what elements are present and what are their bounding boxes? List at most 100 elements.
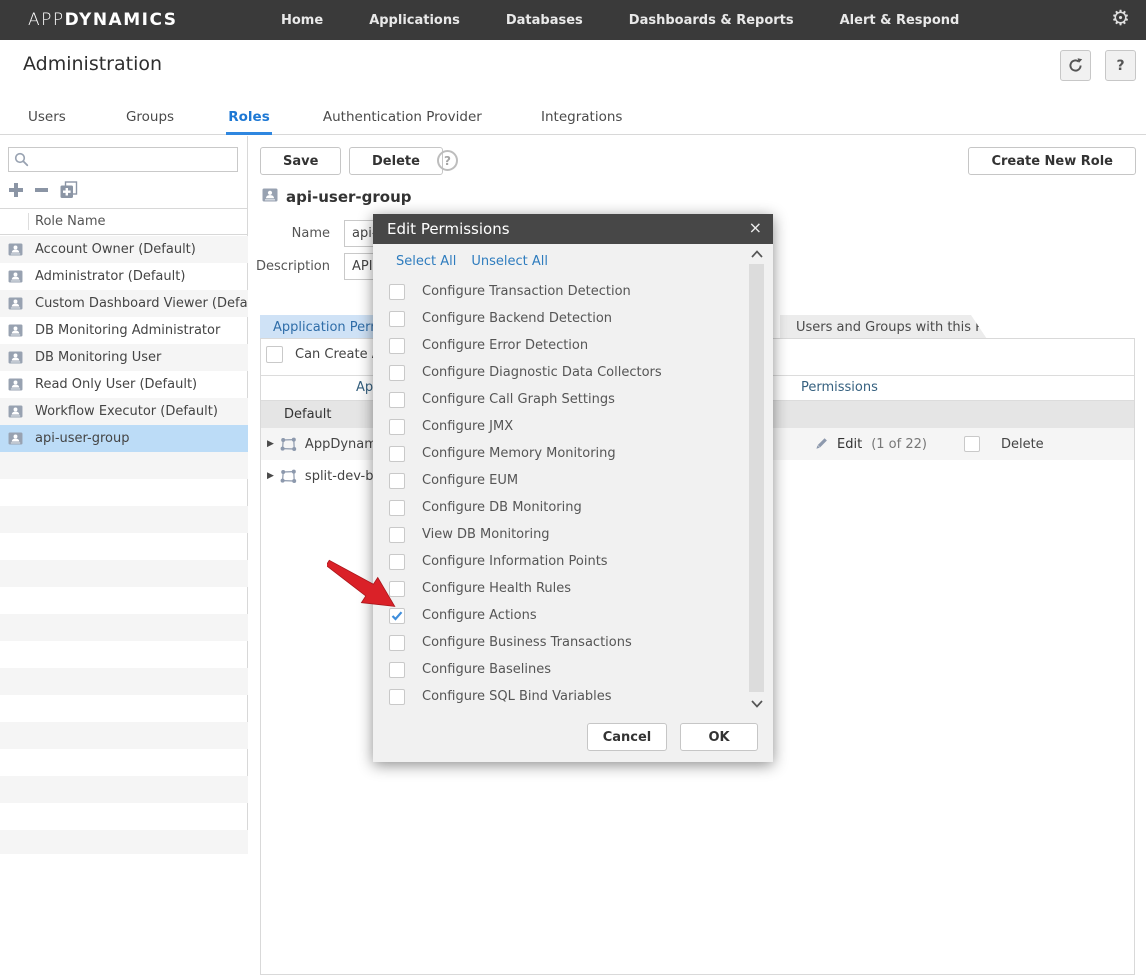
tab-groups[interactable]: Groups — [124, 103, 176, 135]
permission-item[interactable]: Configure Information Points — [389, 548, 743, 575]
role-list-item[interactable]: DB Monitoring Administrator — [0, 317, 248, 344]
role-list-item[interactable]: Administrator (Default) — [0, 263, 248, 290]
permission-item[interactable]: Configure Health Rules — [389, 575, 743, 602]
permission-checkbox[interactable] — [389, 419, 405, 435]
question-mark-icon: ? — [1116, 58, 1124, 74]
unselect-all-link[interactable]: Unselect All — [471, 254, 548, 269]
copy-role-button[interactable] — [59, 181, 79, 199]
permission-item[interactable]: Configure JMX — [389, 413, 743, 440]
close-icon[interactable]: × — [749, 218, 762, 237]
save-button[interactable]: Save — [260, 147, 341, 175]
role-list-item[interactable]: DB Monitoring User — [0, 344, 248, 371]
nav-item-alert-respond[interactable]: Alert & Respond — [840, 13, 960, 28]
permission-checkbox[interactable] — [389, 581, 405, 597]
role-list-item[interactable]: Custom Dashboard Viewer (Default) — [0, 290, 248, 317]
permission-item[interactable]: Configure DB Monitoring — [389, 494, 743, 521]
context-help-icon[interactable]: ? — [437, 150, 458, 171]
permission-label: Configure DB Monitoring — [422, 500, 582, 515]
remove-role-button[interactable] — [34, 182, 49, 198]
permission-checkbox[interactable] — [389, 473, 405, 489]
permission-checkbox[interactable] — [389, 662, 405, 678]
permission-item[interactable]: Configure Transaction Detection — [389, 278, 743, 305]
cancel-button[interactable]: Cancel — [587, 723, 667, 751]
selection-links: Select All Unselect All — [396, 254, 548, 269]
empty-row — [0, 668, 248, 695]
permission-checkbox[interactable] — [389, 284, 405, 300]
permission-item[interactable]: Configure Business Transactions — [389, 629, 743, 656]
permission-checkbox[interactable] — [389, 365, 405, 381]
permission-item[interactable]: Configure Baselines — [389, 656, 743, 683]
tab-authentication-provider[interactable]: Authentication Provider — [321, 103, 484, 135]
role-list-item[interactable]: Account Owner (Default) — [0, 236, 248, 263]
permissions-cell: Edit (1 of 22) Delete — [814, 428, 1044, 460]
nav-menu: Home Applications Databases Dashboards &… — [281, 13, 1005, 28]
role-name-label: DB Monitoring User — [35, 350, 161, 365]
role-list-item[interactable]: api-user-group — [0, 425, 248, 452]
role-list-item[interactable]: Workflow Executor (Default) — [0, 398, 248, 425]
expand-triangle-icon[interactable]: ▶ — [267, 439, 274, 449]
refresh-button[interactable] — [1060, 50, 1091, 81]
scroll-down-icon[interactable] — [748, 697, 765, 711]
modal-body: Select All Unselect All Configure Transa… — [373, 244, 773, 762]
permission-checkbox[interactable] — [389, 500, 405, 516]
permission-item[interactable]: View DB Monitoring — [389, 521, 743, 548]
role-list: Account Owner (Default)Administrator (De… — [0, 236, 248, 854]
permission-item[interactable]: Configure Call Graph Settings — [389, 386, 743, 413]
permission-checkbox[interactable] — [389, 338, 405, 354]
delete-permission-checkbox[interactable] — [964, 436, 980, 452]
nav-item-home[interactable]: Home — [281, 13, 323, 28]
application-node-icon — [280, 469, 297, 484]
permission-item[interactable]: Configure EUM — [389, 467, 743, 494]
permission-item[interactable]: Configure Error Detection — [389, 332, 743, 359]
tab-users-groups-with-role[interactable]: Users and Groups with this Role — [780, 315, 987, 339]
permission-item[interactable]: Configure Backend Detection — [389, 305, 743, 332]
role-list-header: Role Name — [0, 208, 248, 235]
role-name-column-header: Role Name — [35, 214, 106, 229]
empty-row — [0, 776, 248, 803]
edit-permissions-count: (1 of 22) — [871, 437, 927, 452]
delete-button[interactable]: Delete — [349, 147, 443, 175]
permission-label: Configure Business Transactions — [422, 635, 632, 650]
edit-pencil-icon[interactable] — [814, 437, 828, 451]
role-list-item[interactable]: Read Only User (Default) — [0, 371, 248, 398]
help-button[interactable]: ? — [1105, 50, 1136, 81]
permission-item[interactable]: Configure SQL Bind Variables — [389, 683, 743, 710]
tab-integrations[interactable]: Integrations — [539, 103, 624, 135]
select-all-link[interactable]: Select All — [396, 254, 456, 269]
role-name-label: DB Monitoring Administrator — [35, 323, 220, 338]
settings-gear-icon[interactable]: ⚙ — [1111, 8, 1130, 29]
edit-permissions-link[interactable]: Edit — [837, 437, 862, 452]
permission-checkbox[interactable] — [389, 311, 405, 327]
permission-checkbox[interactable] — [389, 554, 405, 570]
add-role-button[interactable] — [8, 182, 24, 198]
scroll-up-icon[interactable] — [748, 247, 765, 261]
can-create-applications-checkbox[interactable] — [266, 346, 283, 363]
nav-item-databases[interactable]: Databases — [506, 13, 583, 28]
permission-checkbox[interactable] — [389, 689, 405, 705]
permission-checkbox-checked[interactable] — [389, 608, 405, 624]
permission-checkbox[interactable] — [389, 392, 405, 408]
role-badge-icon — [8, 405, 23, 418]
role-badge-icon — [8, 324, 23, 337]
scrollbar-thumb[interactable] — [749, 264, 764, 692]
empty-row — [0, 695, 248, 722]
permission-checkbox[interactable] — [389, 527, 405, 543]
permission-label: Configure Error Detection — [422, 338, 588, 353]
empty-row — [0, 722, 248, 749]
role-search-input[interactable] — [29, 148, 237, 171]
tab-users[interactable]: Users — [26, 103, 68, 135]
permission-item[interactable]: Configure Diagnostic Data Collectors — [389, 359, 743, 386]
nav-item-applications[interactable]: Applications — [369, 13, 460, 28]
tab-roles[interactable]: Roles — [226, 103, 272, 135]
permission-item[interactable]: Configure Memory Monitoring — [389, 440, 743, 467]
permission-item[interactable]: Configure Actions — [389, 602, 743, 629]
expand-triangle-icon[interactable]: ▶ — [267, 471, 274, 481]
nav-item-dashboards-reports[interactable]: Dashboards & Reports — [629, 13, 794, 28]
appdynamics-logo[interactable]: APPDYNAMICS — [28, 10, 178, 30]
create-new-role-button[interactable]: Create New Role — [968, 147, 1136, 175]
permission-checkbox[interactable] — [389, 635, 405, 651]
permission-checkbox[interactable] — [389, 446, 405, 462]
permission-label: Configure Information Points — [422, 554, 608, 569]
ok-button[interactable]: OK — [680, 723, 758, 751]
permission-label: Configure Backend Detection — [422, 311, 612, 326]
